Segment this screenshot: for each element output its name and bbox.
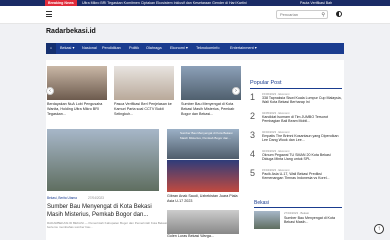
home-icon[interactable]: ⌂ xyxy=(46,43,56,54)
popular-title[interactable]: Empatis The Brimni Kosantaun yang Dipero… xyxy=(262,134,342,143)
nav-item-olahraga[interactable]: Olahraga xyxy=(146,43,162,54)
mid-image-2[interactable] xyxy=(167,160,239,192)
featured-title[interactable]: Sumber Bau Menyengat di Kota Bekasi Masi… xyxy=(47,204,167,219)
top-navigation: Pencarian ⚲ xyxy=(0,6,390,24)
popular-title[interactable]: Kandidat Isomam di Tim JUMBO Tersorot Pe… xyxy=(262,115,342,124)
mid-image-3[interactable] xyxy=(167,210,239,234)
carousel-caption-1[interactable]: Berdayakan NuA Lobi Pengusaha Wanita, Ho… xyxy=(47,102,107,117)
search-input[interactable]: Pencarian ⚲ xyxy=(276,10,328,19)
featured-date: 27/04/2023 xyxy=(88,196,104,200)
featured-excerpt: RADARBEKASI.ID BEKASI — Pemerintah Kabup… xyxy=(47,221,167,229)
popular-rank: 1 xyxy=(250,92,256,102)
nav-item-bekasi[interactable]: Bekasi ▾ xyxy=(60,43,74,54)
menu-icon[interactable] xyxy=(46,11,52,17)
popular-post-title: Popular Post xyxy=(250,80,282,86)
search-placeholder: Pencarian xyxy=(280,12,299,17)
nav-item-politik[interactable]: Politik xyxy=(129,43,139,54)
nav-item-teknokominfo[interactable]: Teknokominfo xyxy=(196,43,219,54)
featured-image[interactable] xyxy=(47,129,159,191)
popular-title[interactable]: Pacik Asia U-17, Wali Bekasi Prediksi Ke… xyxy=(262,172,342,181)
mid-caption-2[interactable]: Gibran Anak Saudi, Uzbekistan Juara Pial… xyxy=(167,194,239,204)
featured-category[interactable]: Bekasi, Berita Utama xyxy=(47,196,77,200)
main-navigation: ⌂ Bekasi ▾ Nasional Pendidikan Politik O… xyxy=(46,43,344,54)
nav-item-ekonomi[interactable]: Ekonomi ▾ xyxy=(170,43,188,54)
search-icon[interactable]: ⚲ xyxy=(321,12,325,18)
bekasi-widget-title: Bekasi xyxy=(254,200,270,206)
carousel-image-1[interactable] xyxy=(47,66,107,100)
nav-item-pendidikan[interactable]: Pendidikan xyxy=(102,43,121,54)
carousel-image-2[interactable] xyxy=(114,66,174,100)
carousel-caption-3[interactable]: Sumber Bau Menyengat di Kota Bekasi Masi… xyxy=(181,102,241,117)
carousel-caption-2[interactable]: Pasca Verifikasi Berl Penjelasan ke Kamu… xyxy=(114,102,174,117)
popular-post-divider xyxy=(250,88,342,89)
site-logo[interactable]: Radarbekasi.id xyxy=(46,28,96,35)
carousel-image-3[interactable] xyxy=(181,66,241,100)
popular-rank: 5 xyxy=(250,168,256,178)
popular-rank: 2 xyxy=(250,111,256,121)
carousel-next-button[interactable]: › xyxy=(232,87,240,95)
dark-mode-toggle-icon[interactable] xyxy=(336,11,342,17)
mid-caption-3[interactable]: Golen Luras Bekasi Warga... xyxy=(167,234,239,239)
popular-rank: 3 xyxy=(250,130,256,140)
bekasi-widget-divider xyxy=(254,207,342,208)
nav-item-entertainment[interactable]: Entertainment ▾ xyxy=(230,43,257,54)
carousel-prev-button[interactable]: ‹ xyxy=(46,87,54,95)
mid-caption-1[interactable]: Sumber Bau Menyengat di Kota Bekasi Masi… xyxy=(180,131,240,141)
bekasi-widget-text[interactable]: Sumber Bau Menyengat di Kota Bekasi Masi… xyxy=(284,216,340,225)
bekasi-widget-image[interactable] xyxy=(254,211,280,229)
popular-rank: 4 xyxy=(250,149,256,159)
nav-item-nasional[interactable]: Nasional xyxy=(82,43,97,54)
back-to-top-button[interactable]: ↑ xyxy=(374,224,384,234)
popular-title[interactable]: 338 Tapnaksia Siswi Kuala Lumpur Cup Mal… xyxy=(262,96,342,105)
popular-title[interactable]: Oknum Pegawai TU SMAN 20 Kota Bekasi Did… xyxy=(262,153,342,162)
